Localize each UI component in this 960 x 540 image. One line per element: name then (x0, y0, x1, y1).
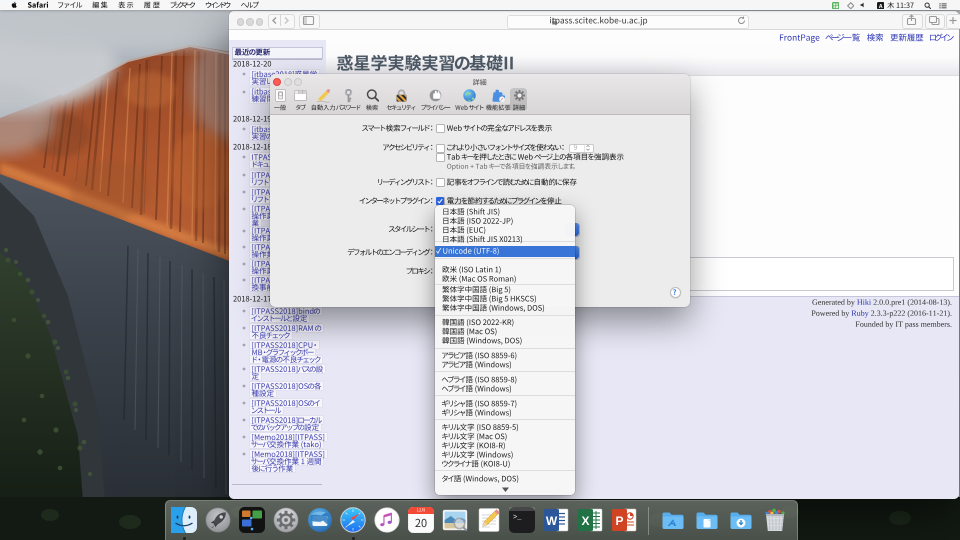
svg-text:A: A (878, 4, 882, 10)
svg-text:>_: >_ (513, 514, 522, 522)
svg-text:P: P (615, 514, 623, 528)
svg-text:X: X (581, 514, 589, 528)
svg-text:W: W (546, 514, 558, 528)
